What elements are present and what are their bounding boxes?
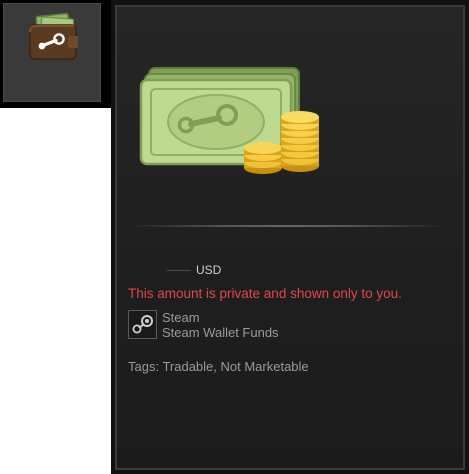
inventory-slot-wallet[interactable] [3,3,101,102]
app-info: Steam Steam Wallet Funds [128,310,279,340]
inventory-column [0,0,111,474]
steam-app-icon [128,310,157,339]
tooltip-divider [129,225,445,227]
wallet-balance-row: USD [167,263,221,277]
currency-label: USD [196,263,222,277]
item-type: Steam Wallet Funds [162,325,279,340]
item-tooltip-panel: USD This amount is private and shown onl… [111,0,469,474]
wallet-icon [29,12,78,60]
item-tags: Tags: Tradable, Not Marketable [128,359,309,374]
hidden-amount-placeholder [167,270,191,271]
wallet-funds-icon [139,67,319,174]
inventory-slot-frame [0,0,111,108]
app-name: Steam [162,310,200,325]
item-tooltip-inner: USD This amount is private and shown onl… [115,5,465,470]
private-amount-notice: This amount is private and shown only to… [128,286,402,301]
